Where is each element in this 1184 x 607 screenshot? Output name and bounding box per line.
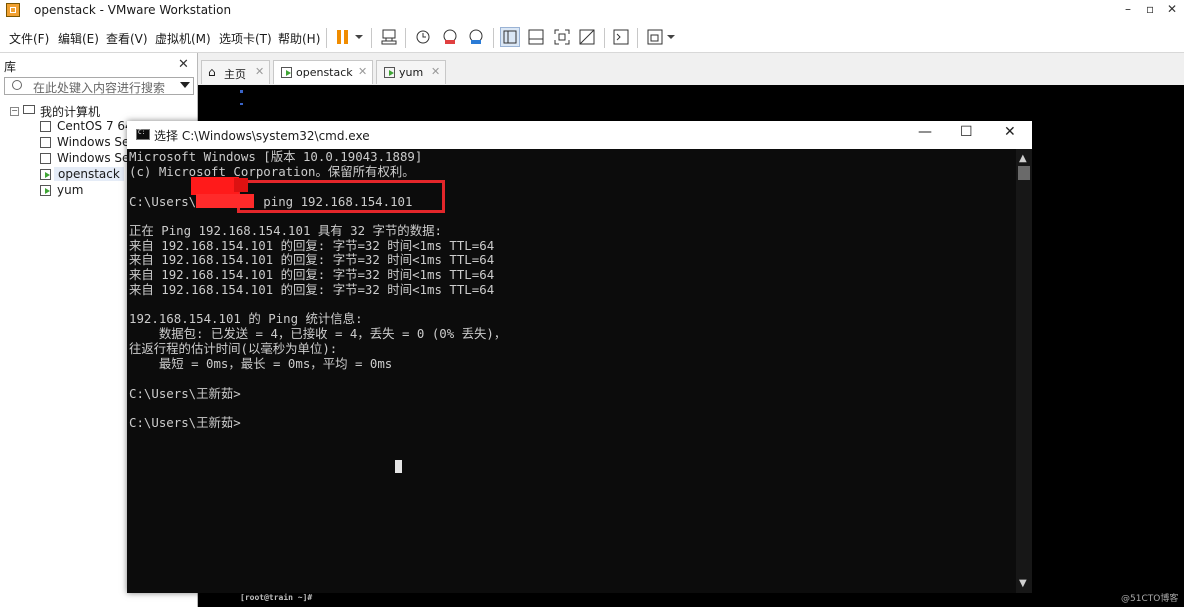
vm-running-icon: [384, 67, 395, 78]
revert-snapshot-icon[interactable]: [440, 27, 460, 47]
redaction-mark: [196, 194, 254, 208]
tab-label: yum: [399, 66, 424, 79]
cmd-line: Microsoft Windows [版本 10.0.19043.1889]: [129, 149, 423, 164]
cmd-icon: [136, 129, 150, 140]
console-text-fragment: [240, 103, 243, 105]
redaction-mark: [191, 177, 239, 195]
tree-collapse-icon[interactable]: −: [10, 107, 19, 116]
tab-close-icon[interactable]: ✕: [431, 65, 440, 78]
tab-home[interactable]: ⌂ 主页 ✕: [201, 60, 270, 84]
stretch-guest-icon[interactable]: [645, 27, 665, 47]
home-icon: ⌂: [208, 65, 216, 79]
vm-icon: [40, 121, 51, 132]
cmd-line: 数据包: 已发送 = 4，已接收 = 4，丢失 = 0 (0% 丢失)，: [129, 326, 507, 341]
tree-root-my-computer[interactable]: 我的计算机: [40, 103, 100, 120]
tree-item-label: yum: [57, 183, 84, 197]
toolbar-separator: [604, 28, 605, 48]
text-cursor: [395, 460, 402, 473]
console-view-icon[interactable]: [611, 27, 631, 47]
toolbar-separator: [637, 28, 638, 48]
snapshot-manager-icon[interactable]: [466, 27, 486, 47]
menu-vm[interactable]: 虚拟机(M): [155, 30, 211, 47]
cmd-line: 来自 192.168.154.101 的回复: 字节=32 时间<1ms TTL…: [129, 238, 495, 253]
redaction-mark: [234, 178, 248, 192]
search-icon: [12, 80, 22, 90]
cmd-line: (c) Microsoft Corporation。保留所有权利。: [129, 164, 415, 179]
cmd-line: 来自 192.168.154.101 的回复: 字节=32 时间<1ms TTL…: [129, 282, 495, 297]
scroll-down-icon[interactable]: ▼: [1019, 578, 1027, 589]
cmd-window-title: 选择 C:\Windows\system32\cmd.exe: [154, 129, 370, 143]
menu-file[interactable]: 文件(F): [9, 30, 49, 47]
tree-item-label: openstack: [54, 167, 124, 181]
vm-icon: [40, 153, 51, 164]
library-title: 库: [4, 60, 17, 74]
tab-close-icon[interactable]: ✕: [358, 65, 367, 78]
window-close-button[interactable]: ✕: [1167, 2, 1177, 16]
tab-label: openstack: [296, 66, 353, 79]
tab-openstack[interactable]: openstack ✕: [273, 60, 373, 84]
cmd-scrollbar[interactable]: [1016, 149, 1032, 593]
library-search-placeholder: 在此处键入内容进行搜索: [33, 81, 166, 95]
cmd-line: 来自 192.168.154.101 的回复: 字节=32 时间<1ms TTL…: [129, 267, 495, 282]
vm-running-icon: [281, 67, 292, 78]
cmd-line: C:\Users\王新茹>: [129, 415, 241, 430]
toolbar-separator: [371, 28, 372, 48]
chevron-down-icon[interactable]: [180, 82, 190, 88]
cmd-line: C:\Users\王新茹>: [129, 386, 241, 401]
computer-icon: [23, 105, 35, 114]
cmd-line: 往返行程的估计时间(以毫秒为单位):: [129, 341, 338, 356]
menu-view[interactable]: 查看(V): [106, 30, 148, 47]
tree-item-label: Windows Ser: [57, 151, 135, 165]
cmd-maximize-button[interactable]: ☐: [960, 124, 973, 140]
tab-close-icon[interactable]: ✕: [255, 65, 264, 78]
highlight-annotation-box: [237, 180, 445, 213]
tab-yum[interactable]: yum ✕: [376, 60, 446, 84]
show-library-icon[interactable]: [500, 27, 520, 47]
toolbar-separator: [493, 28, 494, 48]
menu-help[interactable]: 帮助(H): [278, 30, 320, 47]
library-close-button[interactable]: ✕: [178, 57, 189, 72]
cmd-line: 192.168.154.101 的 Ping 统计信息:: [129, 311, 363, 326]
tree-item-label: Windows Ser: [57, 135, 135, 149]
vm-running-icon: [40, 169, 51, 180]
cmd-line: 最短 = 0ms，最长 = 0ms，平均 = 0ms: [129, 356, 393, 371]
fullscreen-icon[interactable]: [552, 27, 572, 47]
cmd-line: 来自 192.168.154.101 的回复: 字节=32 时间<1ms TTL…: [129, 252, 495, 267]
scroll-up-icon[interactable]: ▲: [1019, 153, 1027, 164]
scrollbar-thumb[interactable]: [1018, 166, 1030, 180]
vmware-logo-icon: [6, 3, 20, 17]
cmd-minimize-button[interactable]: —: [918, 124, 932, 140]
window-title: openstack - VMware Workstation: [34, 3, 232, 17]
watermark: @51CTO博客: [1121, 594, 1179, 604]
window-maximize-button[interactable]: ▫: [1146, 2, 1154, 16]
dropdown-icon[interactable]: [353, 27, 365, 47]
cmd-line: 正在 Ping 192.168.154.101 具有 32 字节的数据:: [129, 223, 442, 238]
thumbnail-bar-icon[interactable]: [526, 27, 546, 47]
tree-item-label: CentOS 7 64: [57, 119, 133, 133]
tab-label: 主页: [224, 68, 246, 81]
vm-icon: [40, 137, 51, 148]
cmd-close-button[interactable]: ✕: [1004, 124, 1016, 140]
send-ctrl-alt-del-icon[interactable]: [379, 27, 399, 47]
menu-edit[interactable]: 编辑(E): [58, 30, 99, 47]
menu-tabs[interactable]: 选项卡(T): [219, 30, 272, 47]
pause-icon[interactable]: [334, 27, 354, 47]
toolbar-separator: [326, 28, 327, 48]
vm-running-icon: [40, 185, 51, 196]
window-minimize-button[interactable]: –: [1125, 2, 1131, 16]
snapshot-icon[interactable]: [413, 27, 433, 47]
console-prompt: [root@train ~]#: [240, 593, 313, 602]
console-text-fragment: [240, 90, 243, 93]
toolbar-separator: [405, 28, 406, 48]
dropdown-icon[interactable]: [666, 27, 676, 47]
unity-icon[interactable]: [577, 27, 597, 47]
